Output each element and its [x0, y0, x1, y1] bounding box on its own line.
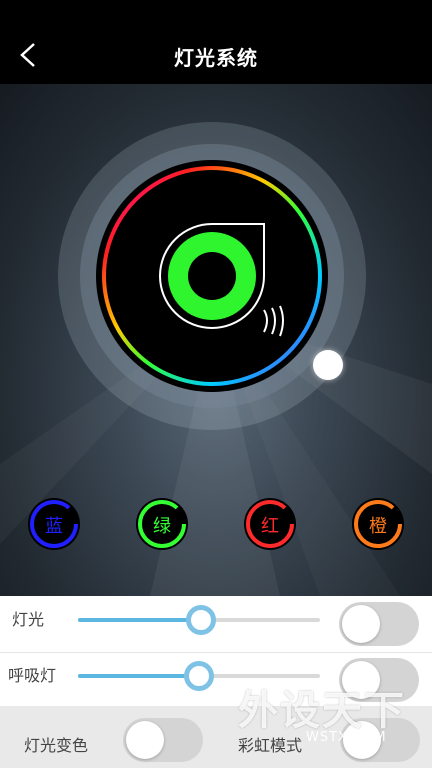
color-label-blue: 蓝	[45, 516, 63, 537]
light-slider[interactable]	[78, 605, 320, 635]
color-change-label: 灯光变色	[24, 736, 89, 755]
header-bar: 灯光系统	[0, 0, 432, 84]
light-toggle-thumb	[342, 605, 380, 643]
color-label-green: 绿	[153, 516, 171, 537]
breath-slider-thumb[interactable]	[184, 661, 214, 691]
color-button-orange[interactable]: 橙	[350, 496, 406, 552]
light-slider-thumb[interactable]	[186, 605, 217, 635]
row-divider	[0, 652, 432, 653]
color-change-toggle[interactable]	[123, 718, 203, 762]
dial-knob[interactable]	[313, 350, 343, 380]
color-label-orange: 橙	[369, 516, 387, 537]
breath-label: 呼吸灯	[8, 666, 57, 685]
color-change-toggle-thumb	[126, 721, 164, 759]
watermark-url: WSTX.COM	[306, 730, 387, 745]
light-label: 灯光	[12, 610, 45, 629]
color-button-blue[interactable]: 蓝	[26, 496, 82, 552]
color-button-green[interactable]: 绿	[134, 496, 190, 552]
color-button-red[interactable]: 红	[242, 496, 298, 552]
watermark-logo: 外设天下	[238, 688, 406, 734]
color-dial[interactable]	[96, 160, 328, 392]
light-slider-fill	[78, 618, 202, 622]
breath-slider-fill	[78, 674, 199, 678]
page-title: 灯光系统	[174, 46, 258, 70]
light-stage: 蓝 绿 红 橙	[0, 84, 432, 596]
light-toggle[interactable]	[339, 602, 419, 646]
color-label-red: 红	[261, 516, 279, 537]
